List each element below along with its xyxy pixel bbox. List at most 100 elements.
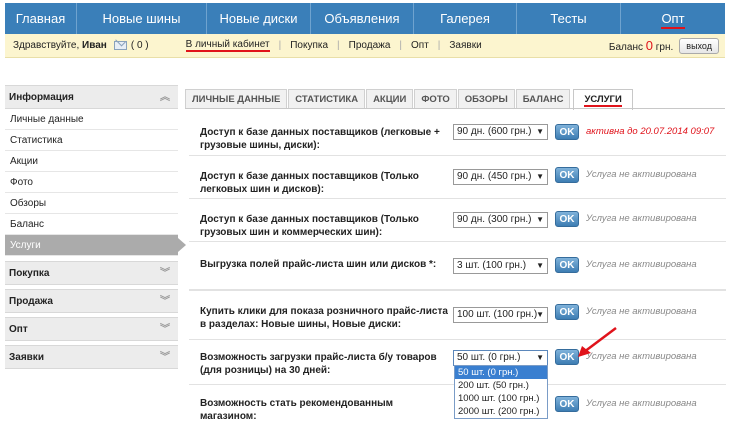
sidebar-item-photo[interactable]: Фото xyxy=(5,172,178,193)
chevron-down-icon: ︾ xyxy=(160,324,170,335)
chevron-down-icon: ▼ xyxy=(536,261,544,270)
top-navigation: Главная Новые шины Новые диски Объявлени… xyxy=(5,3,725,34)
sidebar-section-requests[interactable]: Заявки ︾ xyxy=(5,345,178,369)
service-select[interactable]: 100 шт. (100 грн.) ▼ xyxy=(453,307,548,323)
service-status: активна до 20.07.2014 09:07 xyxy=(586,126,715,137)
section-title: Продажа xyxy=(9,296,53,307)
dropdown-option[interactable]: 2000 шт. (200 грн.) xyxy=(455,405,547,418)
nav-item-label: Тесты xyxy=(550,11,587,26)
message-count[interactable]: ( 0 ) xyxy=(131,40,149,51)
tab-services[interactable]: УСЛУГИ xyxy=(573,89,633,110)
nav-item-label: Галерея xyxy=(440,11,490,26)
chevron-down-icon: ▼ xyxy=(536,215,544,224)
ok-button[interactable]: OK xyxy=(555,124,579,140)
nav-item-new-wheels[interactable]: Новые диски xyxy=(207,3,311,34)
section-title: Опт xyxy=(9,324,28,335)
sidebar-item-reviews[interactable]: Обзоры xyxy=(5,193,178,214)
service-label: Доступ к базе данных поставщиков (Только… xyxy=(200,214,419,238)
ok-button[interactable]: OK xyxy=(555,211,579,227)
dropdown-option[interactable]: 50 шт. (0 грн.) xyxy=(455,366,547,379)
nav-item-ads[interactable]: Объявления xyxy=(311,3,414,34)
balance-unit: грн. xyxy=(655,42,674,53)
dropdown-option[interactable]: 1000 шт. (100 грн.) xyxy=(455,392,547,405)
sidebar-item-balance[interactable]: Баланс xyxy=(5,214,178,235)
nav-item-label: Объявления xyxy=(324,11,400,26)
service-row: Доступ к базе данных поставщиков (Только… xyxy=(189,199,726,242)
sidebar-item-promotions[interactable]: Акции xyxy=(5,151,178,172)
service-status: Услуга не активирована xyxy=(586,398,697,409)
tab-personal-data[interactable]: ЛИЧНЫЕ ДАННЫЕ xyxy=(185,89,288,109)
chevron-up-icon: ︽ xyxy=(160,92,170,103)
tab-label: УСЛУГИ xyxy=(584,94,622,107)
nav-item-tests[interactable]: Тесты xyxy=(517,3,621,34)
chevron-down-icon: ︾ xyxy=(160,352,170,363)
dropdown-option[interactable]: 200 шт. (50 грн.) xyxy=(455,379,547,392)
tab-divider xyxy=(185,108,725,109)
service-label: Купить клики для показа розничного прайс… xyxy=(200,306,448,330)
chevron-down-icon: ▼ xyxy=(536,310,544,319)
select-value: 50 шт. (0 грн.) xyxy=(457,352,521,363)
tab-reviews[interactable]: ОБЗОРЫ xyxy=(457,89,515,109)
nav-item-new-tires[interactable]: Новые шины xyxy=(77,3,207,34)
section-title: Информация xyxy=(9,92,74,103)
greeting: Здравствуйте, Иван xyxy=(13,40,107,51)
sale-link[interactable]: Продажа xyxy=(340,40,400,51)
chevron-down-icon: ︾ xyxy=(160,296,170,307)
sidebar-item-personal[interactable]: Личные данные xyxy=(5,109,178,130)
purchase-link[interactable]: Покупка xyxy=(281,40,337,51)
wholesale-link[interactable]: Опт xyxy=(402,40,438,51)
service-label: Доступ к базе данных поставщиков (легков… xyxy=(200,127,440,151)
requests-link[interactable]: Заявки xyxy=(440,40,490,51)
service-label: Возможность загрузки прайс-листа б/у тов… xyxy=(200,352,437,376)
cabinet-link[interactable]: В личный кабинет xyxy=(185,39,270,52)
nav-item-home[interactable]: Главная xyxy=(5,3,77,34)
tab-balance[interactable]: БАЛАНС xyxy=(515,89,571,109)
service-status: Услуга не активирована xyxy=(586,259,697,270)
service-label: Доступ к базе данных поставщиков (Только… xyxy=(200,171,419,195)
service-select[interactable]: 90 дн. (450 грн.) ▼ xyxy=(453,169,548,185)
service-select[interactable]: 50 шт. (0 грн.) ▼ xyxy=(453,350,548,366)
ok-button[interactable]: OK xyxy=(555,167,579,183)
mail-icon[interactable] xyxy=(113,41,127,50)
service-status: Услуга не активирована xyxy=(586,213,697,224)
nav-item-label: Новые диски xyxy=(219,11,298,26)
sidebar-info-items: Личные данные Статистика Акции Фото Обзо… xyxy=(5,109,186,256)
sidebar: Информация ︽ Личные данные Статистика Акц… xyxy=(5,85,186,373)
select-value: 90 дн. (300 грн.) xyxy=(457,214,532,225)
sidebar-section-wholesale[interactable]: Опт ︾ xyxy=(5,317,178,341)
service-select[interactable]: 3 шт. (100 грн.) ▼ xyxy=(453,258,548,274)
tab-photo[interactable]: ФОТО xyxy=(414,89,457,109)
service-status: Услуга не активирована xyxy=(586,169,697,180)
ok-button[interactable]: OK xyxy=(555,304,579,320)
nav-item-gallery[interactable]: Галерея xyxy=(414,3,517,34)
sidebar-section-info[interactable]: Информация ︽ xyxy=(5,85,178,109)
nav-item-label: Главная xyxy=(15,11,66,26)
service-select[interactable]: 90 дн. (600 грн.) ▼ xyxy=(453,124,548,140)
chevron-down-icon: ︾ xyxy=(160,268,170,279)
ok-button[interactable]: OK xyxy=(555,257,579,273)
sidebar-item-statistics[interactable]: Статистика xyxy=(5,130,178,151)
service-row: Выгрузка полей прайс-листа шин или диско… xyxy=(189,242,726,290)
section-title: Заявки xyxy=(9,352,44,363)
exit-button[interactable]: выход xyxy=(679,37,719,54)
select-value: 100 шт. (100 грн.) xyxy=(457,309,538,320)
tab-bar: ЛИЧНЫЕ ДАННЫЕ СТАТИСТИКА АКЦИИ ФОТО ОБЗО… xyxy=(185,89,634,110)
sidebar-section-purchase[interactable]: Покупка ︾ xyxy=(5,261,178,285)
sidebar-item-services[interactable]: Услуги xyxy=(5,235,186,256)
sidebar-section-sale[interactable]: Продажа ︾ xyxy=(5,289,178,313)
ok-button[interactable]: OK xyxy=(555,396,579,412)
greeting-text: Здравствуйте, xyxy=(13,40,80,51)
select-value: 90 дн. (450 грн.) xyxy=(457,171,532,182)
service-status: Услуга не активирована xyxy=(586,306,697,317)
select-value: 90 дн. (600 грн.) xyxy=(457,126,532,137)
balance-value: 0 xyxy=(645,38,653,53)
tab-promotions[interactable]: АКЦИИ xyxy=(366,89,414,109)
tab-statistics[interactable]: СТАТИСТИКА xyxy=(288,89,366,109)
nav-item-label: Новые шины xyxy=(102,11,181,26)
nav-item-wholesale[interactable]: Опт xyxy=(621,3,725,34)
service-select[interactable]: 90 дн. (300 грн.) ▼ xyxy=(453,212,548,228)
service-label: Выгрузка полей прайс-листа шин или диско… xyxy=(200,259,437,270)
chevron-down-icon: ▼ xyxy=(536,172,544,181)
user-bar: Здравствуйте, Иван ( 0 ) В личный кабине… xyxy=(5,34,725,58)
balance: Баланс 0 грн. xyxy=(609,38,673,53)
